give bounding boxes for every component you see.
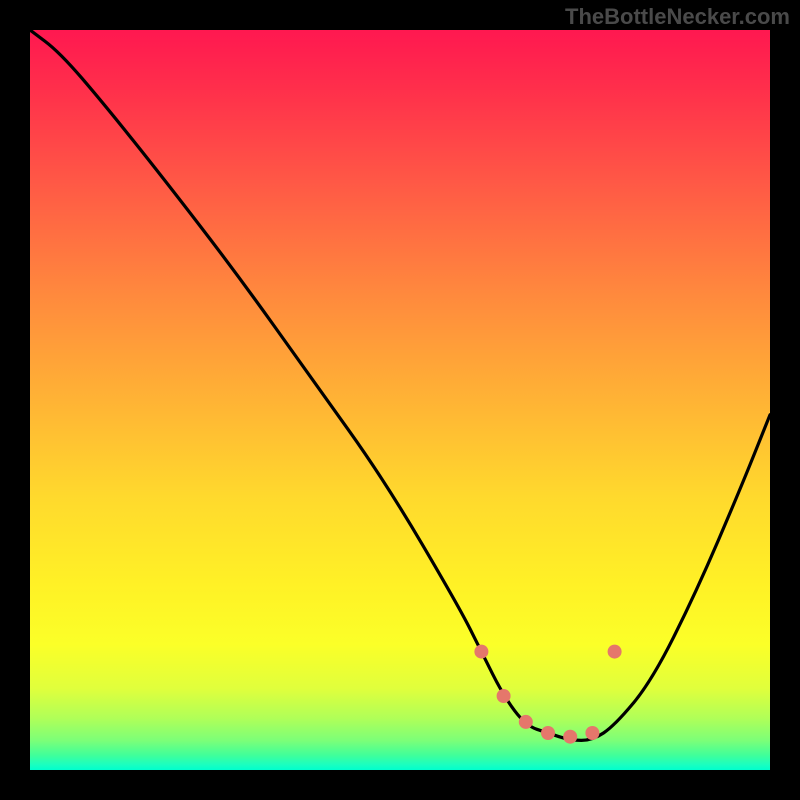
recommended-left-marker	[474, 645, 488, 659]
plot-area	[30, 30, 770, 770]
bottleneck-curve-path	[30, 30, 770, 740]
rec-6-marker	[585, 726, 599, 740]
watermark-label: TheBottleNecker.com	[565, 4, 790, 30]
rec-3-marker	[519, 715, 533, 729]
chart-container: TheBottleNecker.com	[0, 0, 800, 800]
recommended-right-marker	[608, 645, 622, 659]
rec-4-marker	[541, 726, 555, 740]
rec-5-marker	[563, 730, 577, 744]
bottleneck-curve-svg	[30, 30, 770, 770]
recommended-range-markers	[474, 645, 621, 744]
rec-2-marker	[497, 689, 511, 703]
